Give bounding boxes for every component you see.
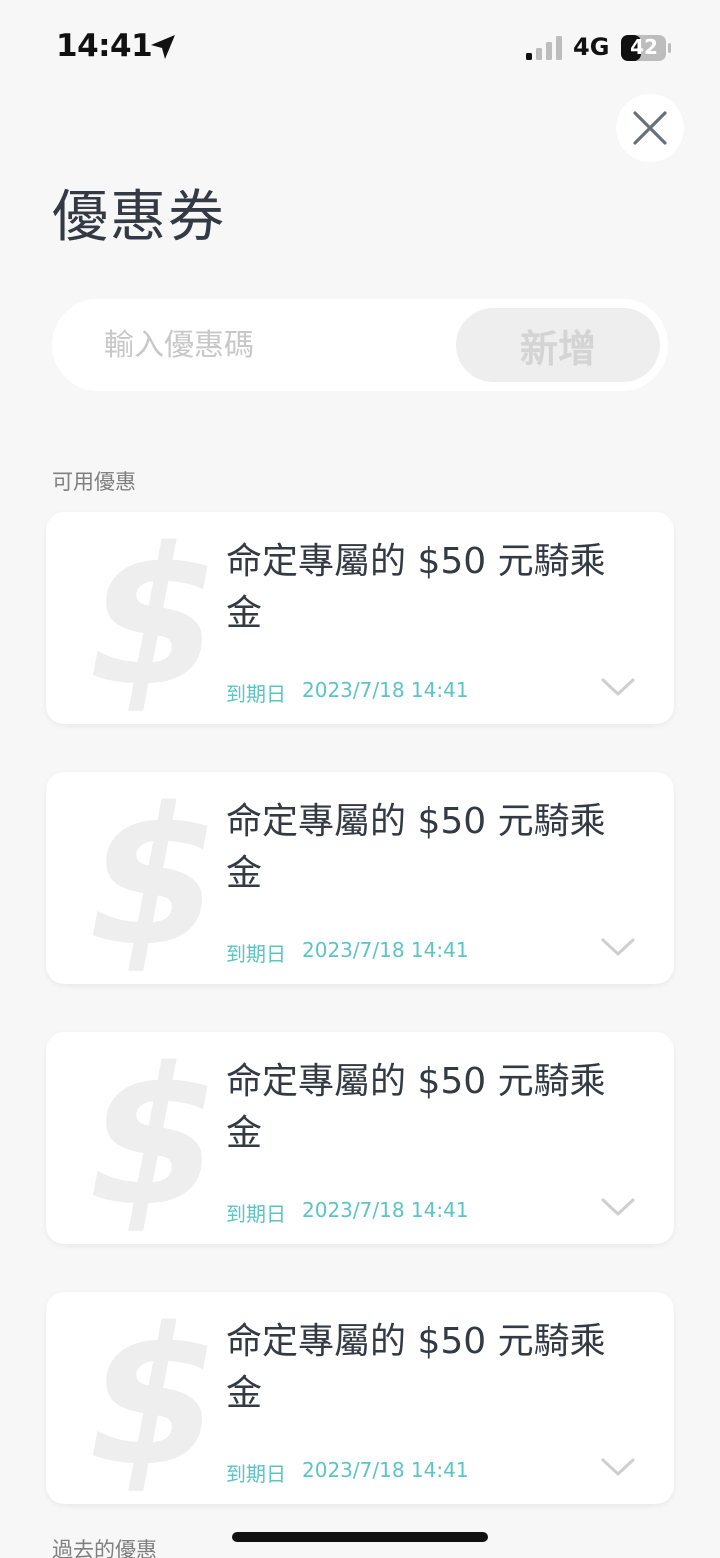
- battery-level: 42: [630, 35, 658, 59]
- chevron-down-icon[interactable]: [600, 936, 636, 958]
- close-icon: [633, 111, 667, 145]
- status-time: 14:41: [56, 28, 153, 64]
- home-indicator: [232, 1532, 488, 1542]
- expiry-label: 到期日: [226, 1462, 286, 1486]
- expiry-date: 2023/7/18 14:41: [302, 1198, 469, 1222]
- chevron-down-icon[interactable]: [600, 1456, 636, 1478]
- section-past-label: 過去的優惠: [52, 1538, 157, 1558]
- network-type: 4G: [573, 33, 610, 61]
- coupon-title: 命定專屬的 $50 元騎乘金: [226, 801, 606, 894]
- promo-code-input[interactable]: [104, 317, 434, 373]
- chevron-down-icon[interactable]: [600, 676, 636, 698]
- expiry-label: 到期日: [226, 682, 286, 706]
- expiry-date: 2023/7/18 14:41: [302, 938, 469, 962]
- expiry-date: 2023/7/18 14:41: [302, 1458, 469, 1482]
- coupon-title: 命定專屬的 $50 元騎乘金: [226, 1321, 606, 1414]
- coupon-card[interactable]: $ 命定專屬的 $50 元騎乘金 到期日 2023/7/18 14:41: [46, 772, 674, 984]
- coupon-title: 命定專屬的 $50 元騎乘金: [226, 541, 606, 634]
- coupons-screen: 14:41 4G 42 優惠券 新增 可用優惠 $ 命定專: [0, 0, 720, 1558]
- location-arrow-icon: [151, 35, 175, 59]
- dollar-icon: $: [87, 1032, 221, 1244]
- status-bar: 14:41 4G 42: [0, 0, 720, 92]
- add-promo-button[interactable]: 新增: [456, 308, 660, 382]
- dollar-icon: $: [87, 1292, 221, 1504]
- dollar-icon: $: [87, 512, 221, 724]
- signal-strength-icon: [526, 36, 562, 60]
- coupon-card[interactable]: $ 命定專屬的 $50 元騎乘金 到期日 2023/7/18 14:41: [46, 512, 674, 724]
- section-available-label: 可用優惠: [52, 470, 136, 494]
- dollar-icon: $: [87, 772, 221, 984]
- page-title: 優惠券: [52, 185, 226, 250]
- coupon-title: 命定專屬的 $50 元騎乘金: [226, 1061, 606, 1154]
- chevron-down-icon[interactable]: [600, 1196, 636, 1218]
- close-button[interactable]: [616, 94, 684, 162]
- expiry-label: 到期日: [226, 942, 286, 966]
- expiry-date: 2023/7/18 14:41: [302, 678, 469, 702]
- coupon-card[interactable]: $ 命定專屬的 $50 元騎乘金 到期日 2023/7/18 14:41: [46, 1292, 674, 1504]
- promo-code-bar: 新增: [52, 299, 668, 391]
- coupon-card[interactable]: $ 命定專屬的 $50 元騎乘金 到期日 2023/7/18 14:41: [46, 1032, 674, 1244]
- expiry-label: 到期日: [226, 1202, 286, 1226]
